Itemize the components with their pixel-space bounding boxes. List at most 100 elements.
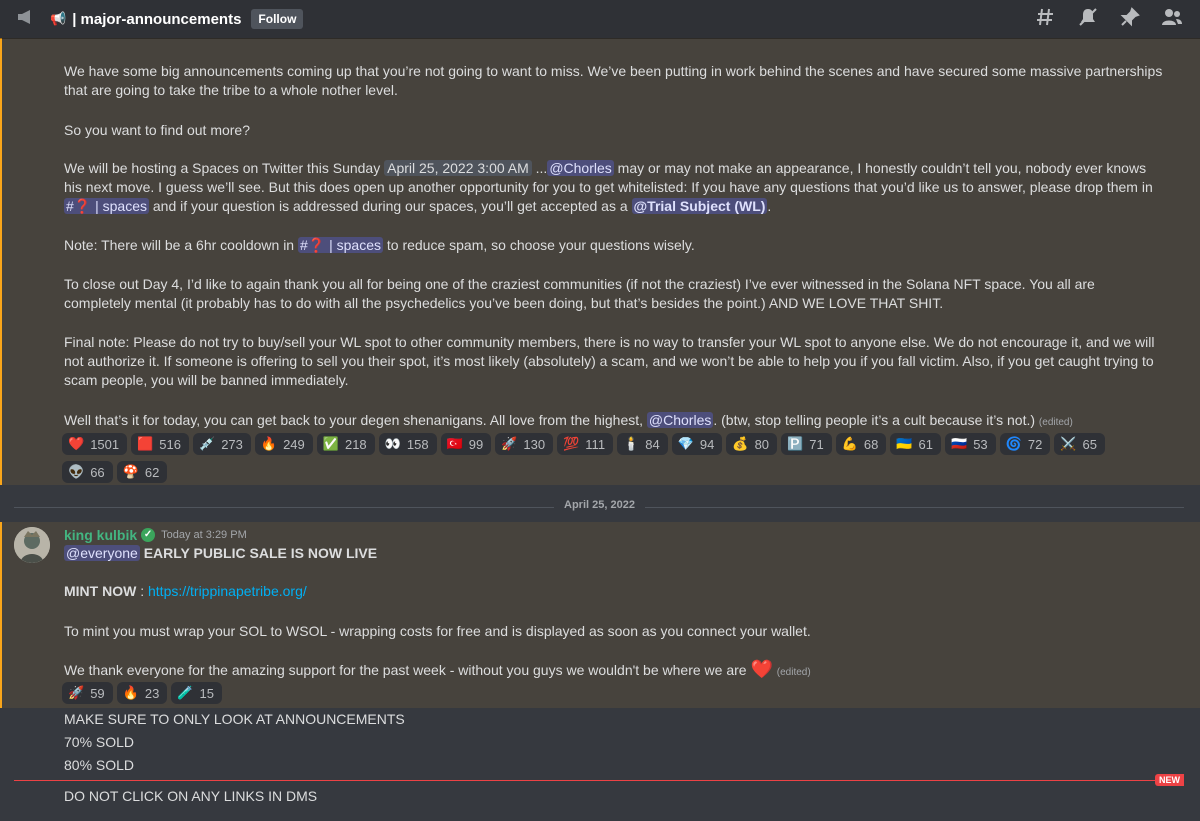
reaction[interactable]: 🚀 59	[62, 682, 113, 704]
reaction[interactable]: 🔥 249	[254, 433, 313, 455]
channel-name: | major-announcements	[72, 10, 242, 28]
text: ...	[535, 160, 548, 176]
reaction-emoji: 🅿️	[787, 436, 804, 451]
text: .	[767, 198, 772, 214]
author-name[interactable]: king kulbik	[64, 527, 137, 543]
reaction-emoji: 🚀	[501, 436, 518, 451]
reaction-emoji: ❤️	[68, 436, 85, 451]
new-messages-divider	[14, 780, 1184, 781]
reaction-count: 516	[159, 436, 181, 452]
megaphone-icon	[16, 9, 36, 29]
mute-icon[interactable]	[1076, 7, 1100, 32]
reaction-count: 59	[90, 685, 105, 701]
reaction-count: 94	[699, 436, 715, 452]
reaction[interactable]: 🍄 62	[116, 461, 168, 483]
reaction[interactable]: 💉 273	[193, 433, 251, 455]
reaction-count: 65	[1082, 436, 1097, 452]
text: We will be hosting a Spaces on Twitter t…	[64, 160, 381, 176]
reaction-count: 249	[283, 436, 305, 452]
reaction-emoji: 👽	[68, 464, 85, 479]
reaction-emoji: 🇷🇺	[951, 436, 968, 451]
reaction[interactable]: 👀 158	[378, 433, 437, 455]
message-timestamp: Today at 3:29 PM	[161, 529, 247, 541]
reaction-count: 53	[973, 436, 988, 452]
reaction[interactable]: 🇺🇦 61	[890, 433, 941, 455]
reaction-count: 84	[645, 436, 660, 452]
threads-icon[interactable]	[1034, 7, 1058, 32]
mint-label: MINT NOW	[64, 583, 137, 599]
text: Note: There will be a 6hr cooldown in	[64, 237, 295, 253]
reaction[interactable]: 🌀 72	[999, 433, 1051, 455]
heart-icon: ❤️	[750, 659, 773, 679]
reaction-count: 71	[809, 436, 824, 452]
reaction-emoji: ✅	[322, 436, 339, 451]
mint-link[interactable]: https://trippinapetribe.org/	[148, 583, 307, 599]
reaction[interactable]: ⚔️ 65	[1054, 433, 1105, 455]
reaction[interactable]: 🟥 516	[131, 433, 189, 455]
reaction[interactable]: ✅ 218	[316, 433, 375, 455]
reaction-emoji: 🕯️	[623, 436, 640, 451]
reaction-count: 66	[90, 464, 105, 480]
reaction-count: 111	[585, 436, 606, 452]
reaction-count: 99	[468, 436, 484, 452]
message-paragraph: We will be hosting a Spaces on Twitter t…	[64, 159, 1164, 216]
reaction-count: 68	[863, 436, 879, 452]
reaction-emoji: 💯	[563, 436, 580, 451]
message-paragraph: We have some big announcements coming up…	[64, 63, 1163, 98]
reaction[interactable]: 💎 94	[671, 433, 723, 455]
reaction-count: 15	[199, 685, 214, 701]
role-mention[interactable]: @Trial Subject (WL)	[631, 198, 768, 214]
everyone-mention[interactable]: @everyone	[64, 545, 140, 561]
reaction[interactable]: ❤️ 1501	[62, 433, 128, 455]
reaction-emoji: 🚀	[68, 685, 85, 700]
reaction-emoji: 🌀	[1005, 436, 1022, 451]
reaction[interactable]: 🔥 23	[116, 682, 168, 704]
reaction-count: 61	[918, 436, 933, 452]
channel-mention[interactable]: #❓ | spaces	[64, 198, 149, 214]
message-paragraph: Final note: Please do not try to buy/sel…	[64, 334, 1155, 388]
avatar[interactable]	[14, 527, 50, 563]
channel-header: 📢 | major-announcements Follow	[0, 0, 1200, 38]
text: We thank everyone for the amazing suppor…	[64, 662, 747, 678]
message-paragraph: MINT NOW : https://trippinapetribe.org/	[64, 582, 1164, 601]
reaction[interactable]: 💪 68	[835, 433, 887, 455]
reaction[interactable]: 🇷🇺 53	[945, 433, 996, 455]
channel-mention[interactable]: #❓ | spaces	[297, 237, 383, 253]
reaction[interactable]: 👽 66	[62, 461, 113, 483]
timestamp-chip[interactable]: April 25, 2022 3:00 AM	[384, 160, 532, 176]
date-divider: April 25, 2022	[0, 499, 1200, 511]
reaction-emoji: 🧪	[177, 685, 194, 700]
reaction[interactable]: 🇹🇷 99	[440, 433, 492, 455]
message-paragraph: We thank everyone for the amazing suppor…	[64, 660, 1164, 682]
reaction[interactable]: 💰 80	[726, 433, 778, 455]
headline: EARLY PUBLIC SALE IS NOW LIVE	[143, 545, 378, 561]
reaction[interactable]: 🧪 15	[171, 682, 222, 704]
pin-icon[interactable]	[1118, 6, 1142, 32]
reaction-count: 23	[144, 685, 160, 701]
header-toolbar	[1034, 0, 1184, 38]
text: Well that’s it for today, you can get ba…	[64, 412, 644, 428]
reaction[interactable]: 💯 111	[557, 433, 614, 455]
message-author[interactable]: king kulbik ✓ Today at 3:29 PM	[64, 527, 247, 543]
reaction[interactable]: 🅿️ 71	[781, 433, 832, 455]
reaction[interactable]: 🚀 130	[495, 433, 554, 455]
reaction-count: 62	[144, 464, 160, 480]
message-text: 80% SOLD	[64, 757, 135, 773]
message-text: DO NOT CLICK ON ANY LINKS IN DMS	[64, 788, 318, 804]
message-paragraph: Well that’s it for today, you can get ba…	[64, 411, 1164, 432]
channel-emoji: 📢	[50, 11, 67, 26]
reaction[interactable]: 🕯️ 84	[617, 433, 668, 455]
reaction-bar: 🚀 59 🔥 23 🧪 15	[62, 682, 1122, 704]
reaction-emoji: 💪	[841, 436, 858, 451]
members-icon[interactable]	[1160, 7, 1184, 32]
text: to reduce spam, so choose your questions…	[386, 237, 695, 253]
reaction-count: 130	[523, 436, 546, 452]
follow-button[interactable]: Follow	[251, 9, 304, 29]
user-mention[interactable]: @Chorles	[547, 160, 614, 176]
reaction-count: 72	[1027, 436, 1043, 452]
user-mention[interactable]: @Chorles	[646, 412, 714, 428]
reaction-emoji: 🟥	[137, 436, 154, 451]
reaction-emoji: 💎	[677, 436, 694, 451]
message-paragraph: So you want to find out more?	[64, 122, 250, 138]
message-paragraph: To close out Day 4, I’d like to again th…	[64, 276, 1095, 311]
